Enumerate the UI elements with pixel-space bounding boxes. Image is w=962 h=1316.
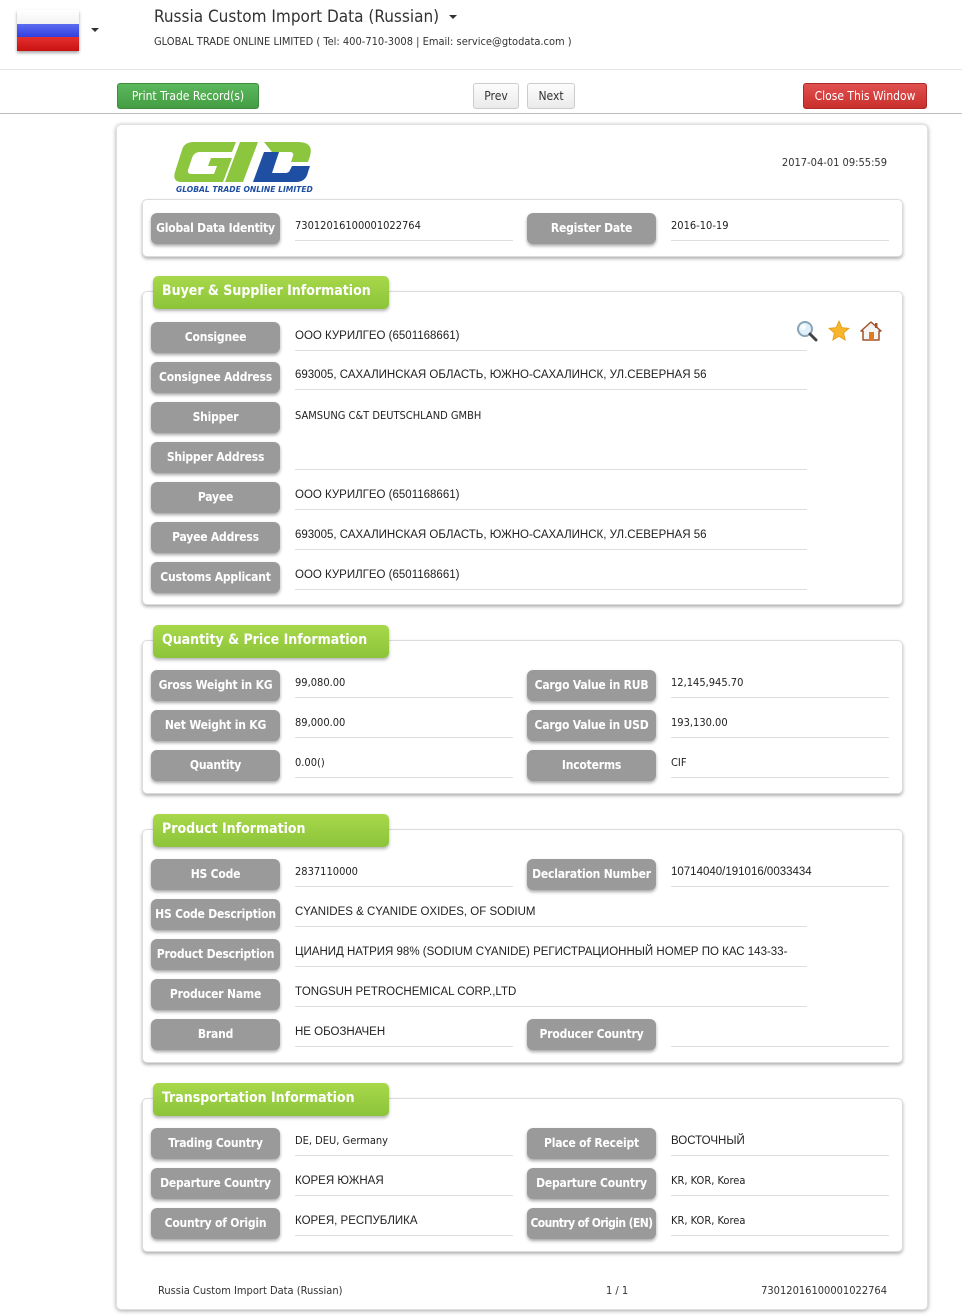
page-header: Russia Custom Import Data (Russian) GLOB… <box>0 0 962 70</box>
shipper-address-value <box>295 446 807 470</box>
cargo-value-usd-value: 193,130.00 <box>671 714 889 738</box>
payee-address-label: Payee Address <box>151 522 280 553</box>
print-trade-records-button[interactable]: Print Trade Record(s) <box>117 83 259 109</box>
product-section-title: Product Information <box>153 814 389 847</box>
database-title-dropdown[interactable]: Russia Custom Import Data (Russian) <box>154 7 458 27</box>
net-weight-value: 89,000.00 <box>295 714 513 738</box>
page-title: Russia Custom Import Data (Russian) <box>154 7 440 27</box>
footer-source: Russia Custom Import Data (Russian) <box>158 1284 343 1297</box>
register-date-label: Register Date <box>527 213 656 244</box>
company-contact-info: GLOBAL TRADE ONLINE LIMITED ( Tel: 400-7… <box>154 35 572 48</box>
identity-panel: Global Data Identity 7301201610000102276… <box>142 199 903 257</box>
logo-g-shape <box>174 142 236 182</box>
footer-identity: 73012016100001022764 <box>761 1284 887 1297</box>
shipper-address-label: Shipper Address <box>151 442 280 473</box>
trading-country-value: DE, DEU, Germany <box>295 1132 513 1156</box>
consignee-address-label: Consignee Address <box>151 362 280 393</box>
home-icon[interactable] <box>859 319 883 343</box>
prev-button[interactable]: Prev <box>473 83 519 109</box>
toolbar: Print Trade Record(s) Prev Next Close Th… <box>0 70 962 114</box>
quantity-price-section-title: Quantity & Price Information <box>153 625 389 658</box>
departure-country-en-label: Departure Country <box>527 1168 656 1199</box>
global-data-identity-label: Global Data Identity <box>151 213 280 244</box>
hs-code-value: 2837110000 <box>295 863 513 887</box>
hs-code-label: HS Code <box>151 859 280 890</box>
net-weight-label: Net Weight in KG <box>151 710 280 741</box>
buyer-supplier-panel: Buyer & Supplier Information Consignee О… <box>142 276 903 605</box>
product-panel: Product Information HS Code 2837110000 D… <box>142 814 903 1063</box>
departure-country-value: КОРЕЯ ЮЖНАЯ <box>295 1172 513 1196</box>
place-of-receipt-label: Place of Receipt <box>527 1128 656 1159</box>
cargo-value-usd-label: Cargo Value in USD <box>527 710 656 741</box>
departure-country-label: Departure Country <box>151 1168 280 1199</box>
next-button[interactable]: Next <box>527 83 575 109</box>
shipper-value: SAMSUNG C&T DEUTSCHLAND GMBH <box>295 409 482 422</box>
producer-country-label: Producer Country <box>527 1019 656 1050</box>
country-of-origin-en-label: Country of Origin (EN) <box>527 1208 656 1239</box>
gto-logo: GLOBAL TRADE ONLINE LIMITED <box>174 142 313 194</box>
brand-label: Brand <box>151 1019 280 1050</box>
place-of-receipt-value: ВОСТОЧНЫЙ <box>671 1132 889 1156</box>
customs-applicant-label: Customs Applicant <box>151 562 280 593</box>
country-dropdown-caret-icon[interactable] <box>91 28 99 32</box>
payee-value: ООО КУРИЛГЕО (6501168661) <box>295 486 807 510</box>
producer-country-value <box>671 1023 889 1047</box>
country-of-origin-value: КОРЕЯ, РЕСПУБЛИКА <box>295 1212 513 1236</box>
producer-name-label: Producer Name <box>151 979 280 1010</box>
register-date-value: 2016-10-19 <box>671 217 889 241</box>
record-actions <box>795 319 883 343</box>
trading-country-label: Trading Country <box>151 1128 280 1159</box>
russia-flag-icon[interactable] <box>17 10 79 51</box>
country-of-origin-en-value: KR, KOR, Korea <box>671 1212 889 1236</box>
chevron-down-icon <box>449 15 458 19</box>
quantity-label: Quantity <box>151 750 280 781</box>
star-icon[interactable] <box>827 319 851 343</box>
payee-label: Payee <box>151 482 280 513</box>
footer-page-number: 1 / 1 <box>606 1284 629 1297</box>
global-data-identity-value: 73012016100001022764 <box>295 217 513 241</box>
consignee-address-value: 693005, САХАЛИНСКАЯ ОБЛАСТЬ, ЮЖНО-САХАЛИ… <box>295 366 807 390</box>
customs-applicant-value: ООО КУРИЛГЕО (6501168661) <box>295 566 807 590</box>
hs-code-description-value: CYANIDES & CYANIDE OXIDES, OF SODIUM <box>295 903 807 927</box>
brand-value: НЕ ОБОЗНАЧЕН <box>295 1023 513 1047</box>
cargo-value-rub-label: Cargo Value in RUB <box>527 670 656 701</box>
incoterms-value: CIF <box>671 754 889 778</box>
product-description-label: Product Description <box>151 939 280 970</box>
quantity-price-panel: Quantity & Price Information Gross Weigh… <box>142 625 903 794</box>
declaration-number-value: 10714040/191016/0033434 <box>671 863 889 887</box>
cargo-value-rub-value: 12,145,945.70 <box>671 674 889 698</box>
declaration-number-label: Declaration Number <box>527 859 656 890</box>
producer-name-value: TONGSUH PETROCHEMICAL CORP.,LTD <box>295 983 807 1007</box>
country-of-origin-label: Country of Origin <box>151 1208 280 1239</box>
hs-code-description-label: HS Code Description <box>151 899 280 930</box>
buyer-supplier-section-title: Buyer & Supplier Information <box>153 276 389 309</box>
logo-text: GLOBAL TRADE ONLINE LIMITED <box>176 185 313 194</box>
record-timestamp: 2017-04-01 09:55:59 <box>781 156 887 169</box>
close-window-button[interactable]: Close This Window <box>803 83 927 109</box>
trade-record-card: GLOBAL TRADE ONLINE LIMITED 2017-04-01 0… <box>116 124 928 1310</box>
consignee-label: Consignee <box>151 322 280 353</box>
transportation-panel: Transportation Information Trading Count… <box>142 1083 903 1252</box>
product-description-value: ЦИАНИД НАТРИЯ 98% (SODIUM CYANIDE) РЕГИС… <box>295 943 807 967</box>
departure-country-en-value: KR, KOR, Korea <box>671 1172 889 1196</box>
gross-weight-value: 99,080.00 <box>295 674 513 698</box>
consignee-value: ООО КУРИЛГЕО (6501168661) <box>295 327 807 351</box>
quantity-value: 0.00() <box>295 754 513 778</box>
transportation-section-title: Transportation Information <box>153 1083 389 1116</box>
gross-weight-label: Gross Weight in KG <box>151 670 280 701</box>
shipper-label: Shipper <box>151 402 280 433</box>
incoterms-label: Incoterms <box>527 750 656 781</box>
payee-address-value: 693005, САХАЛИНСКАЯ ОБЛАСТЬ, ЮЖНО-САХАЛИ… <box>295 526 807 550</box>
